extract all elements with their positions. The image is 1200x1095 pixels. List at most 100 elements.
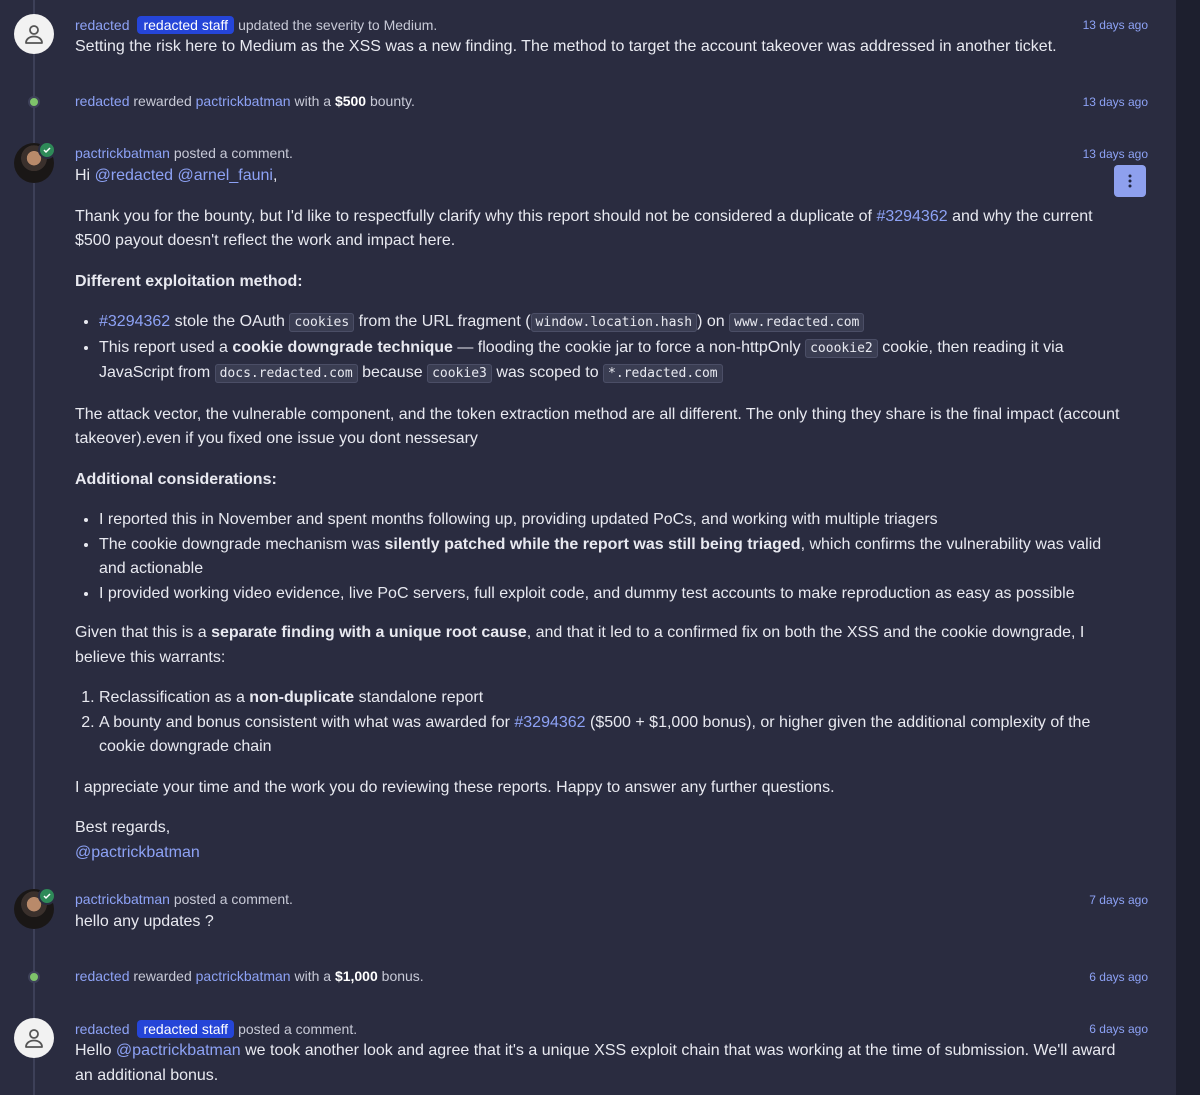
inline-code: www.redacted.com [729,313,865,332]
text: — flooding the cookie jar to force a non… [457,338,801,356]
action-text: rewarded [133,968,192,984]
comment-body: Hello @pactrickbatman we took another lo… [75,1039,1125,1088]
bold-text: separate finding with a unique root caus… [211,624,527,641]
username-link[interactable]: pactrickbatman [75,891,170,907]
text: This report used a [99,338,228,356]
more-vertical-icon [1128,174,1132,188]
timestamp-link[interactable]: 6 days ago [1089,970,1148,984]
avatar[interactable] [14,887,56,929]
avatar[interactable] [14,14,54,54]
timestamp-link[interactable]: 6 days ago [1089,1022,1148,1036]
comment-text: hello any updates ? [75,913,214,930]
comment-body: Setting the risk here to Medium as the X… [75,35,1125,60]
avatar[interactable] [14,1018,54,1058]
report-link[interactable]: #3294362 [514,714,585,731]
greeting: Hi @redacted @arnel_fauni, [75,164,1125,189]
user-icon [25,1029,43,1048]
signature: @pactrickbatman [75,841,1125,866]
section-heading: Different exploitation method: [75,272,303,290]
section-heading: Additional considerations: [75,470,277,488]
comment-body: Hi @redacted @arnel_fauni, Thank you for… [75,164,1125,865]
text: stole the OAuth [174,313,285,330]
list-item: A bounty and bonus consistent with what … [99,711,1125,760]
paragraph: I appreciate your time and the work you … [75,778,835,796]
username-link[interactable]: pactrickbatman [75,145,170,161]
list-item: The cookie downgrade mechanism was silen… [99,533,1125,582]
bounty-dot [28,96,40,108]
action-text: posted a comment. [173,145,293,161]
action-text: posted a comment. [238,1021,358,1037]
mention-link[interactable]: @pactrickbatman [116,1042,241,1059]
username-link[interactable]: redacted [75,17,129,33]
bounty-dot [28,971,40,983]
bold-text: non-duplicate [249,689,355,706]
text: Thank you for the bounty, but I'd like t… [75,207,872,225]
activity-meta: redacted redacted staff posted a comment. [75,1020,357,1038]
username-link[interactable]: pactrickbatman [196,968,291,984]
text: Given that this is a [75,624,207,641]
verified-icon [38,141,56,159]
bounty-amount: $500 [334,93,367,109]
numbered-list: Reclassification as a non-duplicate stan… [75,686,1125,760]
paragraph: Given that this is a separate finding wi… [75,621,1125,670]
action-text: updated the severity to Medium. [238,17,438,33]
inline-code: cookies [289,313,355,332]
timestamp-link[interactable]: 13 days ago [1083,18,1148,32]
bonus-amount: $1,000 [334,968,378,984]
timestamp-link[interactable]: 7 days ago [1089,893,1148,907]
inline-code: window.location.hash [530,313,698,332]
username-link[interactable]: redacted [75,968,129,984]
mention-link[interactable]: @pactrickbatman [75,844,200,861]
text: A bounty and bonus consistent with what … [99,713,510,731]
bullet-list: #3294362 stole the OAuth cookies from th… [75,310,1125,387]
action-text: posted a comment. [173,891,293,907]
bounty-meta: redacted rewarded pactrickbatman with a … [75,93,415,109]
activity-meta: redacted redacted staff updated the severi… [75,16,437,34]
report-link[interactable]: #3294362 [876,208,947,225]
inline-code: *.redacted.com [603,364,723,383]
comment-body: hello any updates ? [75,910,1125,935]
text: Hello [75,1042,112,1059]
username-link[interactable]: redacted [75,93,129,109]
activity-meta: pactrickbatman posted a comment. [75,891,293,907]
text: because [362,364,423,381]
text: from the URL fragment ( [358,313,531,330]
inline-code: cookie3 [427,364,492,383]
action-text: with a [294,968,332,984]
staff-badge: redacted staff [137,1020,235,1038]
action-text: bonus. [381,968,424,984]
text: The cookie downgrade mechanism was [99,535,381,553]
bullet-list: I reported this in November and spent mo… [75,508,1125,606]
text: was scoped to [496,364,599,381]
list-item: This report used a cookie downgrade tech… [99,336,1125,387]
bold-text: silently patched while the report was st… [384,535,801,553]
staff-badge: redacted staff [137,16,235,34]
timestamp-link[interactable]: 13 days ago [1083,147,1148,161]
list-item: I provided working video evidence, live … [99,582,1125,607]
list-item: I reported this in November and spent mo… [99,508,1125,533]
text: standalone report [358,689,484,706]
text: , [272,167,278,184]
bounty-meta: redacted rewarded pactrickbatman with a … [75,968,424,984]
bold-text: cookie downgrade technique [232,338,453,356]
paragraph: The attack vector, the vulnerable compon… [75,405,1120,448]
action-text: rewarded [133,93,192,109]
scrollbar-track[interactable] [1176,0,1200,1095]
username-link[interactable]: redacted [75,1021,129,1037]
report-link[interactable]: #3294362 [99,313,170,330]
username-link[interactable]: pactrickbatman [196,93,291,109]
mention-link[interactable]: @arnel_fauni [178,167,273,184]
avatar[interactable] [14,141,56,183]
inline-code: coookie2 [805,338,878,358]
action-text: with a [294,93,332,109]
action-text: bounty. [369,93,415,109]
mention-link[interactable]: @redacted [95,167,174,184]
text: ) on [697,313,725,330]
signoff: Best regards, [75,819,171,836]
activity-meta: pactrickbatman posted a comment. [75,145,293,161]
list-item: #3294362 stole the OAuth cookies from th… [99,310,1125,336]
list-item: Reclassification as a non-duplicate stan… [99,686,1125,711]
inline-code: docs.redacted.com [214,364,358,383]
timestamp-link[interactable]: 13 days ago [1083,95,1148,109]
paragraph: Thank you for the bounty, but I'd like t… [75,205,1125,254]
